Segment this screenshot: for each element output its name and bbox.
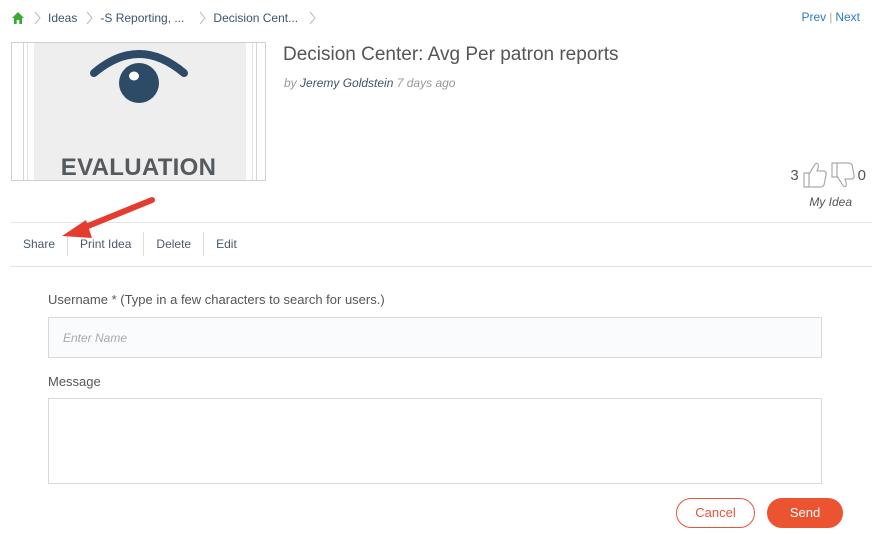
next-link[interactable]: Next — [835, 10, 860, 24]
breadcrumb-item-decision-center[interactable]: Decision Cent... — [213, 11, 298, 25]
home-icon[interactable] — [11, 11, 25, 25]
eye-icon — [90, 50, 188, 103]
breadcrumb: Ideas -S Reporting, ... Decision Cent... — [11, 9, 323, 27]
idea-age: 7 days ago — [396, 76, 456, 90]
chevron-right-icon — [200, 11, 207, 25]
idea-byline: by Jeremy Goldstein 7 days ago — [284, 76, 455, 90]
chevron-right-icon — [34, 11, 41, 25]
annotation-arrow-icon — [62, 197, 155, 238]
idea-thumbnail[interactable]: EVALUATION — [11, 42, 266, 181]
vote-down-count: 0 — [857, 166, 866, 184]
idea-title: Decision Center: Avg Per patron reports — [283, 44, 619, 65]
thumbs-up-icon[interactable] — [801, 160, 829, 190]
cancel-button[interactable]: Cancel — [676, 498, 755, 528]
message-label: Message — [48, 374, 101, 389]
edit-link[interactable]: Edit — [203, 232, 249, 256]
pager: Prev | Next — [802, 10, 861, 24]
prev-link[interactable]: Prev — [802, 10, 827, 24]
pager-separator: | — [829, 10, 833, 24]
send-button[interactable]: Send — [767, 498, 843, 528]
vote-widget: 3 0 — [790, 160, 866, 190]
chevron-right-icon — [309, 11, 316, 25]
byline-prefix: by — [284, 76, 297, 90]
author-link[interactable]: Jeremy Goldstein — [300, 76, 393, 90]
thumbs-down-icon[interactable] — [829, 160, 857, 190]
username-input[interactable] — [48, 317, 822, 358]
divider — [11, 266, 872, 267]
username-label: Username * (Type in a few characters to … — [48, 292, 385, 307]
chevron-right-icon — [86, 11, 94, 25]
message-textarea[interactable] — [48, 398, 822, 484]
my-idea-label: My Idea — [809, 195, 852, 209]
breadcrumb-item-reporting[interactable]: -S Reporting, ... — [100, 11, 184, 25]
thumbnail-caption: EVALUATION — [60, 154, 217, 181]
breadcrumb-item-ideas[interactable]: Ideas — [48, 11, 77, 25]
vote-up-count: 3 — [790, 166, 799, 184]
